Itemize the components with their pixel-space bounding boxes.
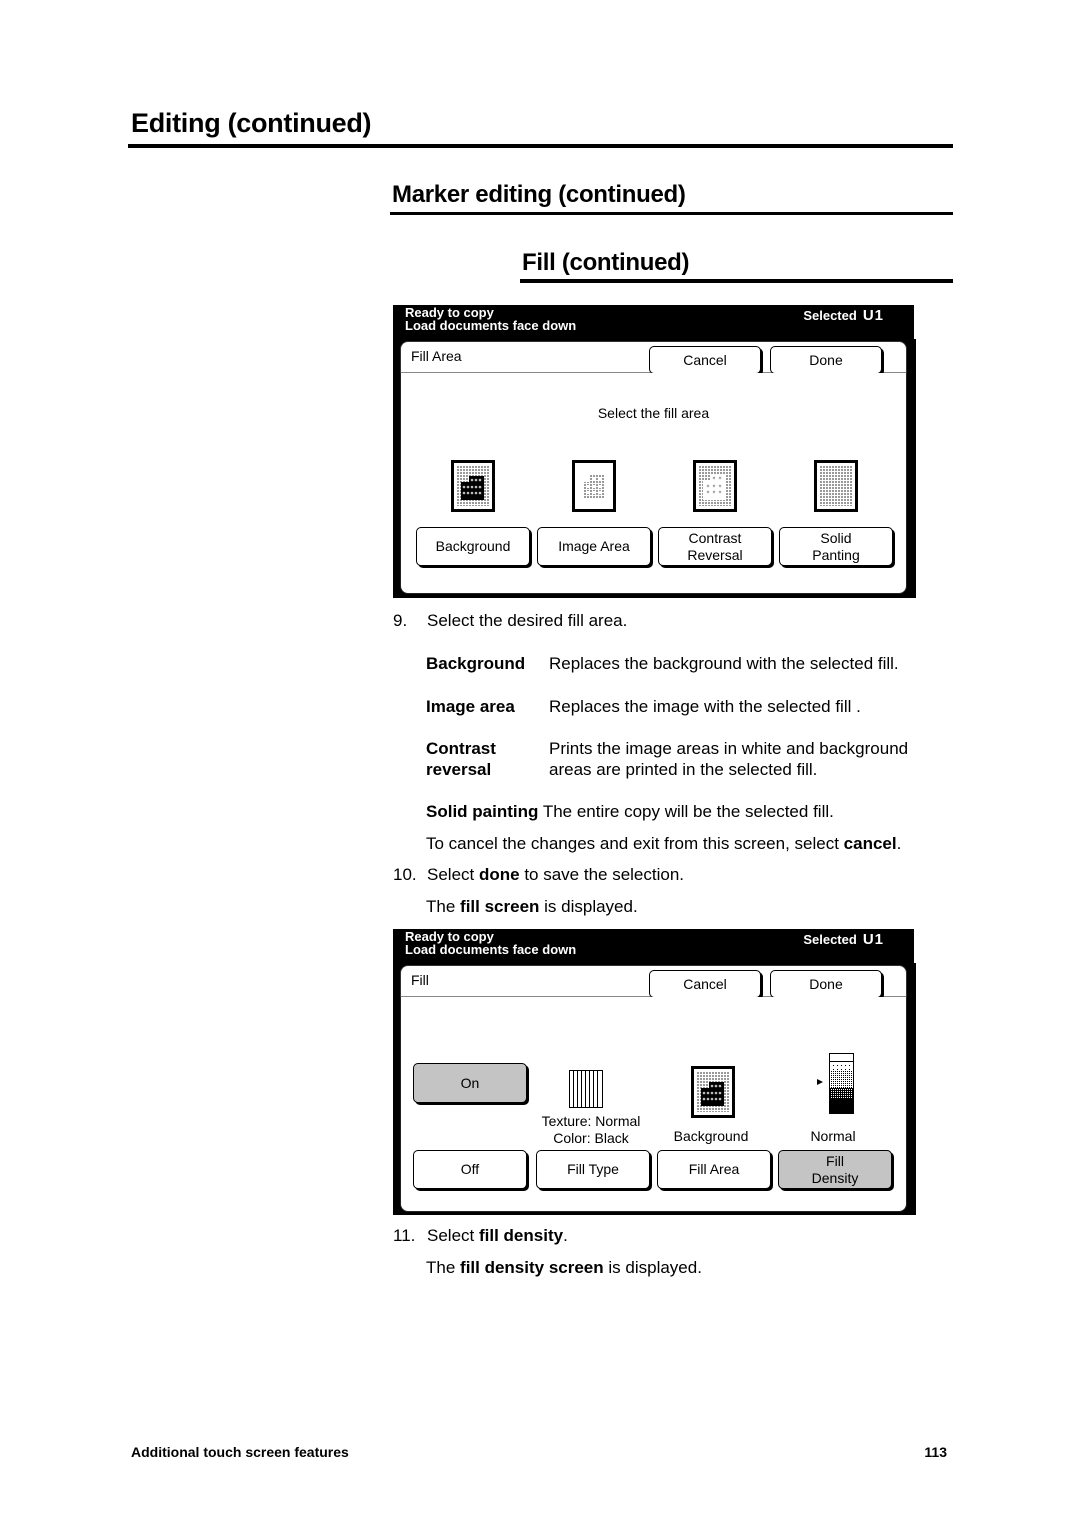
step-10-result: The fill screen is displayed. [426, 897, 638, 916]
definition-desc-contrast-reversal: Prints the image areas in white and back… [549, 739, 909, 779]
background-fill-icon [451, 460, 495, 512]
page-heading: Editing (continued) [131, 108, 372, 138]
step-number: 10. [393, 865, 417, 884]
screen-title-tab: Fill Area Cancel Done [400, 341, 907, 374]
screen-body: On Texture: Normal Color: Black Backgroun… [400, 997, 907, 1212]
fill-area-screen: Ready to copy Load documents face down S… [393, 305, 916, 600]
status-load: Load documents face down [405, 318, 577, 333]
definition-term-contrast-reversal: Contrast reversal [426, 739, 496, 779]
step-number: 9. [393, 611, 408, 630]
background-option-button[interactable]: Background [416, 527, 530, 566]
solid-painting-option-button[interactable]: Solid Panting [779, 527, 893, 566]
cancel-button[interactable]: Cancel [649, 346, 761, 374]
definition-solid-painting: Solid painting The entire copy will be t… [426, 802, 834, 821]
fill-area-status: Background [673, 1128, 749, 1144]
footer-section-title: Additional touch screen features [131, 1444, 349, 1460]
solid-painting-icon [814, 460, 858, 512]
density-scale-icon [817, 1053, 854, 1114]
fill-type-button[interactable]: Fill Type [536, 1150, 650, 1189]
done-button[interactable]: Done [770, 970, 882, 998]
selected-indicator: Selected U1 [803, 931, 884, 948]
fill-density-status: Normal [810, 1128, 856, 1144]
on-button[interactable]: On [413, 1063, 527, 1103]
screen-title: Fill Area [411, 348, 462, 364]
screen-title: Fill [411, 972, 429, 988]
screen-body: Select the fill area Background Image Ar… [400, 373, 907, 594]
fill-screen: Ready to copy Load documents face down S… [393, 929, 916, 1217]
cancel-note: To cancel the changes and exit from this… [426, 834, 902, 853]
status-load: Load documents face down [405, 942, 577, 957]
fill-density-button[interactable]: Fill Density [778, 1150, 892, 1189]
step-text: Select done to save the selection. [427, 865, 685, 884]
done-button[interactable]: Done [770, 346, 882, 374]
definition-term-image-area: Image area [426, 697, 515, 716]
screen-title-tab: Fill Cancel Done [400, 965, 907, 998]
fill-type-status: Texture: Normal Color: Black [541, 1113, 641, 1146]
fill-area-button[interactable]: Fill Area [657, 1150, 771, 1189]
page-number: 113 [924, 1444, 947, 1460]
step-text: Select the desired fill area. [427, 611, 628, 630]
off-button[interactable]: Off [413, 1150, 527, 1189]
status-bar: Ready to copy Load documents face down S… [393, 929, 914, 965]
contrast-reversal-icon [693, 460, 737, 512]
texture-lines-icon [569, 1070, 603, 1108]
section-heading: Marker editing (continued) [392, 181, 686, 208]
definition-desc-image-area: Replaces the image with the selected fil… [549, 697, 861, 716]
heading-rule [128, 144, 953, 148]
definition-desc-background: Replaces the background with the selecte… [549, 654, 899, 673]
status-bar: Ready to copy Load documents face down S… [393, 305, 914, 341]
subsection-rule [520, 279, 953, 283]
cancel-button[interactable]: Cancel [649, 970, 761, 998]
definition-term-background: Background [426, 654, 526, 673]
background-fill-icon [691, 1066, 735, 1118]
step-11-result: The fill density screen is displayed. [426, 1258, 702, 1277]
image-area-fill-icon [572, 460, 616, 512]
contrast-reversal-option-button[interactable]: Contrast Reversal [658, 527, 772, 566]
step-number: 11. [393, 1226, 416, 1245]
section-rule [390, 212, 953, 215]
image-area-option-button[interactable]: Image Area [537, 527, 651, 566]
prompt-text: Select the fill area [597, 405, 710, 421]
selected-indicator: Selected U1 [803, 307, 884, 324]
subsection-heading: Fill (continued) [522, 249, 690, 276]
step-text: Select fill density. [427, 1226, 568, 1245]
